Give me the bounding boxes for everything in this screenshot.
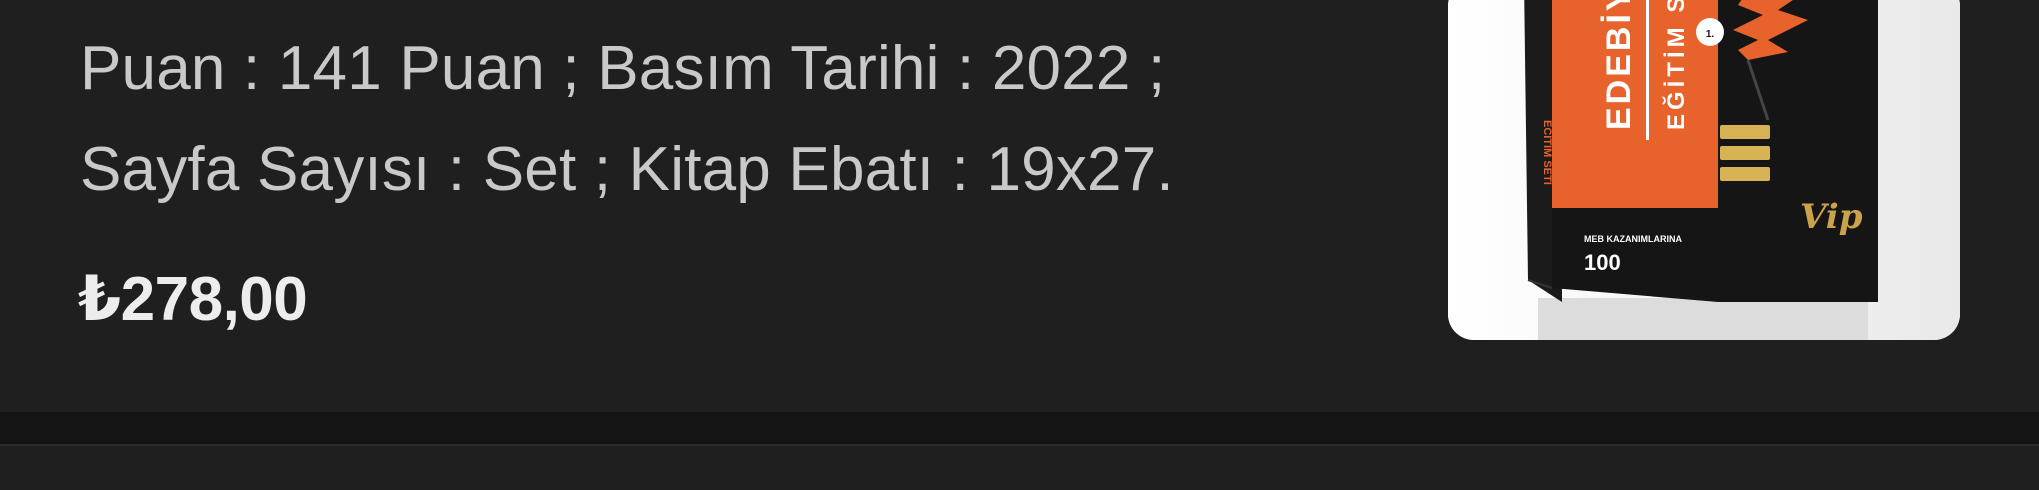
product-description: Puan : 141 Puan ; Basım Tarihi : 2022 ; … <box>80 18 1380 220</box>
spine-subtitle: EĞİTİM SE <box>1662 0 1690 130</box>
product-list-item[interactable]: Puan : 141 Puan ; Basım Tarihi : 2022 ; … <box>0 0 2039 412</box>
product-price: ₺278,00 <box>78 265 308 334</box>
publisher-logo: Vip <box>1800 197 1863 237</box>
next-list-item[interactable] <box>0 446 2039 490</box>
product-thumbnail[interactable]: ECİTİM SETİ EDEBİYAT EĞİTİM SE 1. Vip ME… <box>1448 0 1960 340</box>
cover-bottom-text: MEB KAZANIMLARINA <box>1584 234 1682 244</box>
cover-bottom-number: 100 <box>1584 250 1621 275</box>
section-divider <box>0 412 2039 444</box>
description-line-1: Puan : 141 Puan ; Basım Tarihi : 2022 ; <box>80 34 1166 103</box>
book-cover-image: ECİTİM SETİ EDEBİYAT EĞİTİM SE 1. Vip ME… <box>1448 0 1960 340</box>
description-line-2: Sayfa Sayısı : Set ; Kitap Ebatı : 19x27… <box>80 135 1174 204</box>
spine-title: EDEBİYAT <box>1600 0 1638 130</box>
volume-badge: 1. <box>1706 29 1715 40</box>
